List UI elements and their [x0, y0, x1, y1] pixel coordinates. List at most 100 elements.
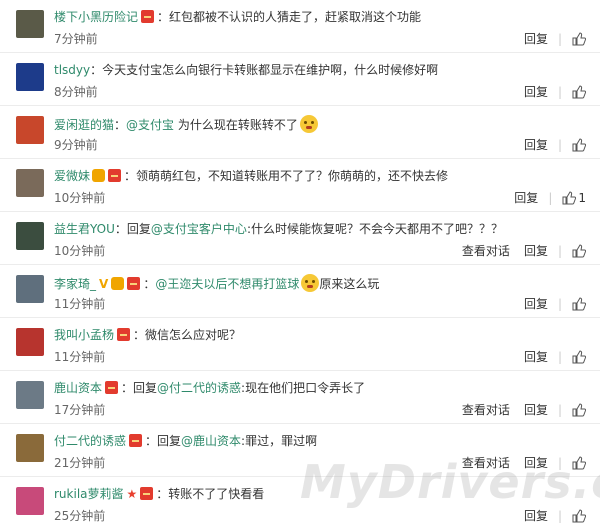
thumbs-up-icon [572, 402, 586, 416]
like-button[interactable] [572, 455, 586, 470]
timestamp: 10分钟前 [54, 191, 106, 205]
comment-actions: 回复 | [510, 136, 586, 153]
comment-text: 原来这么玩 [319, 277, 380, 291]
comment-text-prefix: ：回复 [114, 222, 151, 236]
like-button[interactable] [572, 296, 586, 311]
comment-actions: 回复 | [510, 295, 586, 312]
comment-item: 李家琦_ V ：@王迩夫以后不想再打篮球 原来这么玩 11分钟前 回复 | [0, 265, 600, 318]
divider: | [548, 190, 553, 205]
avatar[interactable] [16, 63, 44, 91]
comment-item: rukila萝莉酱 ★ ：转账不了了快看看 25分钟前 回复 | [0, 477, 600, 530]
verified-v-icon: V [99, 277, 109, 291]
mention-link[interactable]: @鹿山资本 [181, 434, 241, 448]
reply-button[interactable]: 回复 [524, 136, 548, 153]
mention-link[interactable]: @付二代的诱惑 [157, 381, 241, 395]
avatar[interactable] [16, 328, 44, 356]
divider: | [557, 455, 562, 470]
reply-button[interactable]: 回复 [524, 295, 548, 312]
thumbs-up-icon [572, 137, 586, 151]
avatar[interactable] [16, 381, 44, 409]
comment-item: 爱闲逛的猫：@支付宝 为什么现在转账转不了 9分钟前 回复 | [0, 106, 600, 159]
timestamp: 17分钟前 [54, 403, 106, 417]
username-link[interactable]: 鹿山资本 [54, 381, 102, 395]
comment-line: 我叫小孟杨 ：微信怎么应对呢？ [54, 327, 241, 344]
timestamp: 25分钟前 [54, 509, 106, 523]
like-button[interactable] [572, 137, 586, 152]
comment-line: 爱闲逛的猫：@支付宝 为什么现在转账转不了 [54, 115, 318, 134]
like-button[interactable] [572, 508, 586, 523]
comment-item: 益生君YOU：回复@支付宝客户中心:什么时候能恢复呢？不会今天都用不了吧？？？ … [0, 212, 600, 265]
like-button[interactable] [572, 243, 586, 258]
timestamp: 11分钟前 [54, 297, 106, 311]
like-button[interactable] [572, 31, 586, 46]
mention-link[interactable]: @支付宝 [126, 118, 174, 132]
view-conversation-button[interactable]: 查看对话 [462, 242, 510, 259]
reply-button[interactable]: 回复 [524, 454, 548, 471]
avatar[interactable] [16, 116, 44, 144]
reply-button[interactable]: 回复 [524, 401, 548, 418]
thumbs-up-icon [572, 455, 586, 469]
reply-button[interactable]: 回复 [514, 189, 538, 206]
reply-button[interactable]: 回复 [524, 30, 548, 47]
username-link[interactable]: rukila萝莉酱 [54, 487, 124, 501]
avatar[interactable] [16, 169, 44, 197]
reply-button[interactable]: 回复 [524, 242, 548, 259]
red-packet-badge-icon [140, 487, 154, 500]
comment-actions: 回复 | [510, 30, 586, 47]
red-packet-badge-icon [117, 328, 131, 341]
avatar[interactable] [16, 434, 44, 462]
view-conversation-button[interactable]: 查看对话 [462, 454, 510, 471]
like-button[interactable] [572, 349, 586, 364]
comment-actions: 查看对话 回复 | [448, 401, 586, 418]
username-link[interactable]: 爱微妹 [54, 169, 90, 183]
divider: | [557, 137, 562, 152]
comment-line: 楼下小黑历险记 ：红包都被不认识的人猜走了，赶紧取消这个功能 [54, 9, 421, 26]
thumbs-up-icon [562, 190, 577, 204]
comment-text: ：转账不了了快看看 [156, 487, 265, 501]
timestamp: 11分钟前 [54, 350, 106, 364]
username-link[interactable]: 爱闲逛的猫 [54, 118, 114, 132]
view-conversation-button[interactable]: 查看对话 [462, 401, 510, 418]
vip-icon [111, 277, 125, 290]
comment-text: ：今天支付宝怎么向银行卡转账都显示在维护啊，什么时候修好啊 [90, 63, 439, 77]
comment-item: 鹿山资本 ：回复@付二代的诱惑:现在他们把口令弄长了 17分钟前 查看对话 回复 … [0, 371, 600, 424]
divider: | [557, 243, 562, 258]
reply-button[interactable]: 回复 [524, 507, 548, 524]
like-button[interactable]: 1 [562, 191, 586, 205]
comment-text: ：微信怎么应对呢？ [133, 328, 242, 342]
reply-button[interactable]: 回复 [524, 83, 548, 100]
username-link[interactable]: 付二代的诱惑 [54, 434, 126, 448]
timestamp: 21分钟前 [54, 456, 106, 470]
comment-line: 爱微妹 ：领萌萌红包，不知道转账用不了了？你萌萌的，还不快去修 [54, 168, 448, 185]
comment-line: 益生君YOU：回复@支付宝客户中心:什么时候能恢复呢？不会今天都用不了吧？？？ [54, 221, 503, 238]
avatar[interactable] [16, 487, 44, 515]
mention-link[interactable]: @支付宝客户中心 [151, 222, 247, 236]
like-button[interactable] [572, 84, 586, 99]
surprised-emoji-icon [299, 115, 318, 133]
username-link[interactable]: 楼下小黑历险记 [54, 10, 138, 24]
comment-actions: 回复 | [510, 507, 586, 524]
comment-text: ：红包都被不认识的人猜走了，赶紧取消这个功能 [157, 10, 422, 24]
comment-actions: 回复 | [510, 83, 586, 100]
mention-link[interactable]: @王迩夫以后不想再打篮球 [155, 277, 299, 291]
divider: | [557, 31, 562, 46]
comment-text-prefix: ：回复 [121, 381, 158, 395]
avatar[interactable] [16, 275, 44, 303]
divider: | [557, 296, 562, 311]
comment-item: tlsdyy：今天支付宝怎么向银行卡转账都显示在维护啊，什么时候修好啊 8分钟前… [0, 53, 600, 106]
divider: | [557, 84, 562, 99]
username-link[interactable]: 益生君YOU [54, 222, 115, 236]
reply-button[interactable]: 回复 [524, 348, 548, 365]
comment-text-prefix: ： [114, 118, 127, 132]
username-link[interactable]: 我叫小孟杨 [54, 328, 114, 342]
comment-actions: 查看对话 回复 | [448, 242, 586, 259]
comment-item: 我叫小孟杨 ：微信怎么应对呢？ 11分钟前 回复 | [0, 318, 600, 371]
avatar[interactable] [16, 10, 44, 38]
username-link[interactable]: tlsdyy [54, 63, 90, 77]
red-packet-badge-icon [129, 434, 143, 447]
avatar[interactable] [16, 222, 44, 250]
timestamp: 9分钟前 [54, 138, 98, 152]
like-button[interactable] [572, 402, 586, 417]
username-link[interactable]: 李家琦_ [54, 277, 96, 291]
comment-line: 鹿山资本 ：回复@付二代的诱惑:现在他们把口令弄长了 [54, 380, 365, 397]
